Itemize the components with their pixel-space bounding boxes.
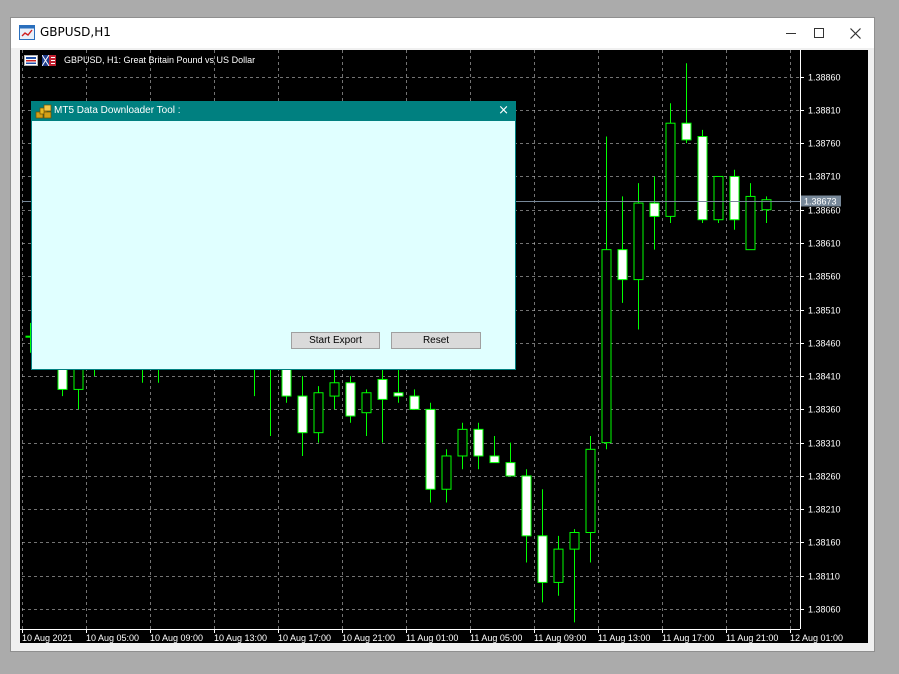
chart-window: GBPUSD,H1 1.38860 1.38810 1.38760 1.38710 1.… [10,17,875,652]
candle-body [521,475,532,537]
window-titlebar[interactable]: GBPUSD,H1 [11,18,874,48]
maximize-button[interactable] [805,21,833,45]
data-downloader-dialog: MT5 Data Downloader Tool : × Start Expor… [31,101,516,370]
x-tick-label: 11 Aug 13:00 [598,633,650,643]
candle-body [297,395,308,434]
candle-body [537,535,548,583]
candle-body [505,462,516,477]
y-tick-label: 1.38060 [808,605,841,615]
price-chart[interactable]: 1.38860 1.38810 1.38760 1.38710 1.38660 1.386… [20,50,868,643]
x-tick-label: 10 Aug 05:00 [86,633,139,643]
candle-body [649,202,660,217]
x-tick-label: 10 Aug 21:00 [342,633,395,643]
close-button[interactable] [841,21,869,45]
y-tick-label: 1.38410 [808,372,841,382]
candle-body [409,395,420,410]
candle-body [377,378,388,400]
candle-body [745,195,756,251]
one-click-trading-icon[interactable] [24,54,38,66]
candle-body [665,122,676,217]
y-tick-label: 1.38860 [808,73,841,83]
y-tick-label: 1.38710 [808,172,841,182]
candle-body [489,455,500,464]
y-tick-label: 1.38310 [808,439,841,449]
candle-body [313,392,324,434]
candle-body [345,382,356,417]
y-tick-label: 1.38460 [808,339,841,349]
candle-body [569,532,580,550]
coins-icon [35,104,52,123]
candle-body [473,428,484,457]
y-tick-label: 1.38810 [808,106,841,116]
candle-body [585,448,596,533]
y-tick-label: 1.38510 [808,306,841,316]
y-tick-label: 1.38160 [808,538,841,548]
candle-body [329,382,340,397]
y-tick-label: 1.38360 [808,405,841,415]
dialog-close-button[interactable]: × [498,103,509,119]
y-tick-label: 1.38760 [808,139,841,149]
x-tick-label: 10 Aug 17:00 [278,633,331,643]
flag-icon [42,54,56,66]
candle-body [729,175,740,221]
x-tick-label: 10 Aug 09:00 [150,633,203,643]
dialog-header[interactable]: MT5 Data Downloader Tool : × [32,102,515,121]
x-tick-label: 11 Aug 09:00 [534,633,586,643]
y-tick-label: 1.38260 [808,472,841,482]
y-tick-label: 1.38210 [808,505,841,515]
x-tick-label: 10 Aug 13:00 [214,633,267,643]
candle-body [457,428,468,457]
candle-body [601,249,612,444]
candle-body [681,122,692,141]
reset-button[interactable]: Reset [391,332,481,349]
x-tick-label: 11 Aug 21:00 [726,633,778,643]
minimize-icon [786,33,796,34]
candle-body [553,548,564,583]
x-tick-label: 11 Aug 17:00 [662,633,714,643]
dialog-title: MT5 Data Downloader Tool : [54,105,181,116]
start-export-button[interactable]: Start Export [291,332,380,349]
candle-body [617,249,628,281]
candle-body [441,455,452,490]
window-title: GBPUSD,H1 [40,25,111,39]
x-tick-label: 11 Aug 05:00 [470,633,522,643]
candle-body [713,175,724,221]
current-price-label: 1.38673 [804,197,837,207]
candle-body [425,408,436,490]
x-tick-label: 12 Aug 01:00 [790,633,843,643]
candle-body [633,202,644,281]
x-tick-label: 11 Aug 01:00 [406,633,458,643]
symbol-info-bar: GBPUSD, H1: Great Britain Pound vs US Do… [24,53,255,67]
maximize-icon [814,28,824,38]
x-tick-label: 10 Aug 2021 [22,633,73,643]
y-tick-label: 1.38560 [808,272,841,282]
symbol-description: GBPUSD, H1: Great Britain Pound vs US Do… [64,55,256,65]
close-icon [849,27,861,39]
candle-body [393,392,404,397]
chart-window-icon [19,25,35,44]
candle-body [361,392,372,414]
y-tick-label: 1.38110 [808,572,840,582]
y-tick-label: 1.38610 [808,239,841,249]
y-tick-label: 1.38660 [808,206,841,216]
minimize-button[interactable] [777,21,805,45]
candle-body [697,136,708,221]
